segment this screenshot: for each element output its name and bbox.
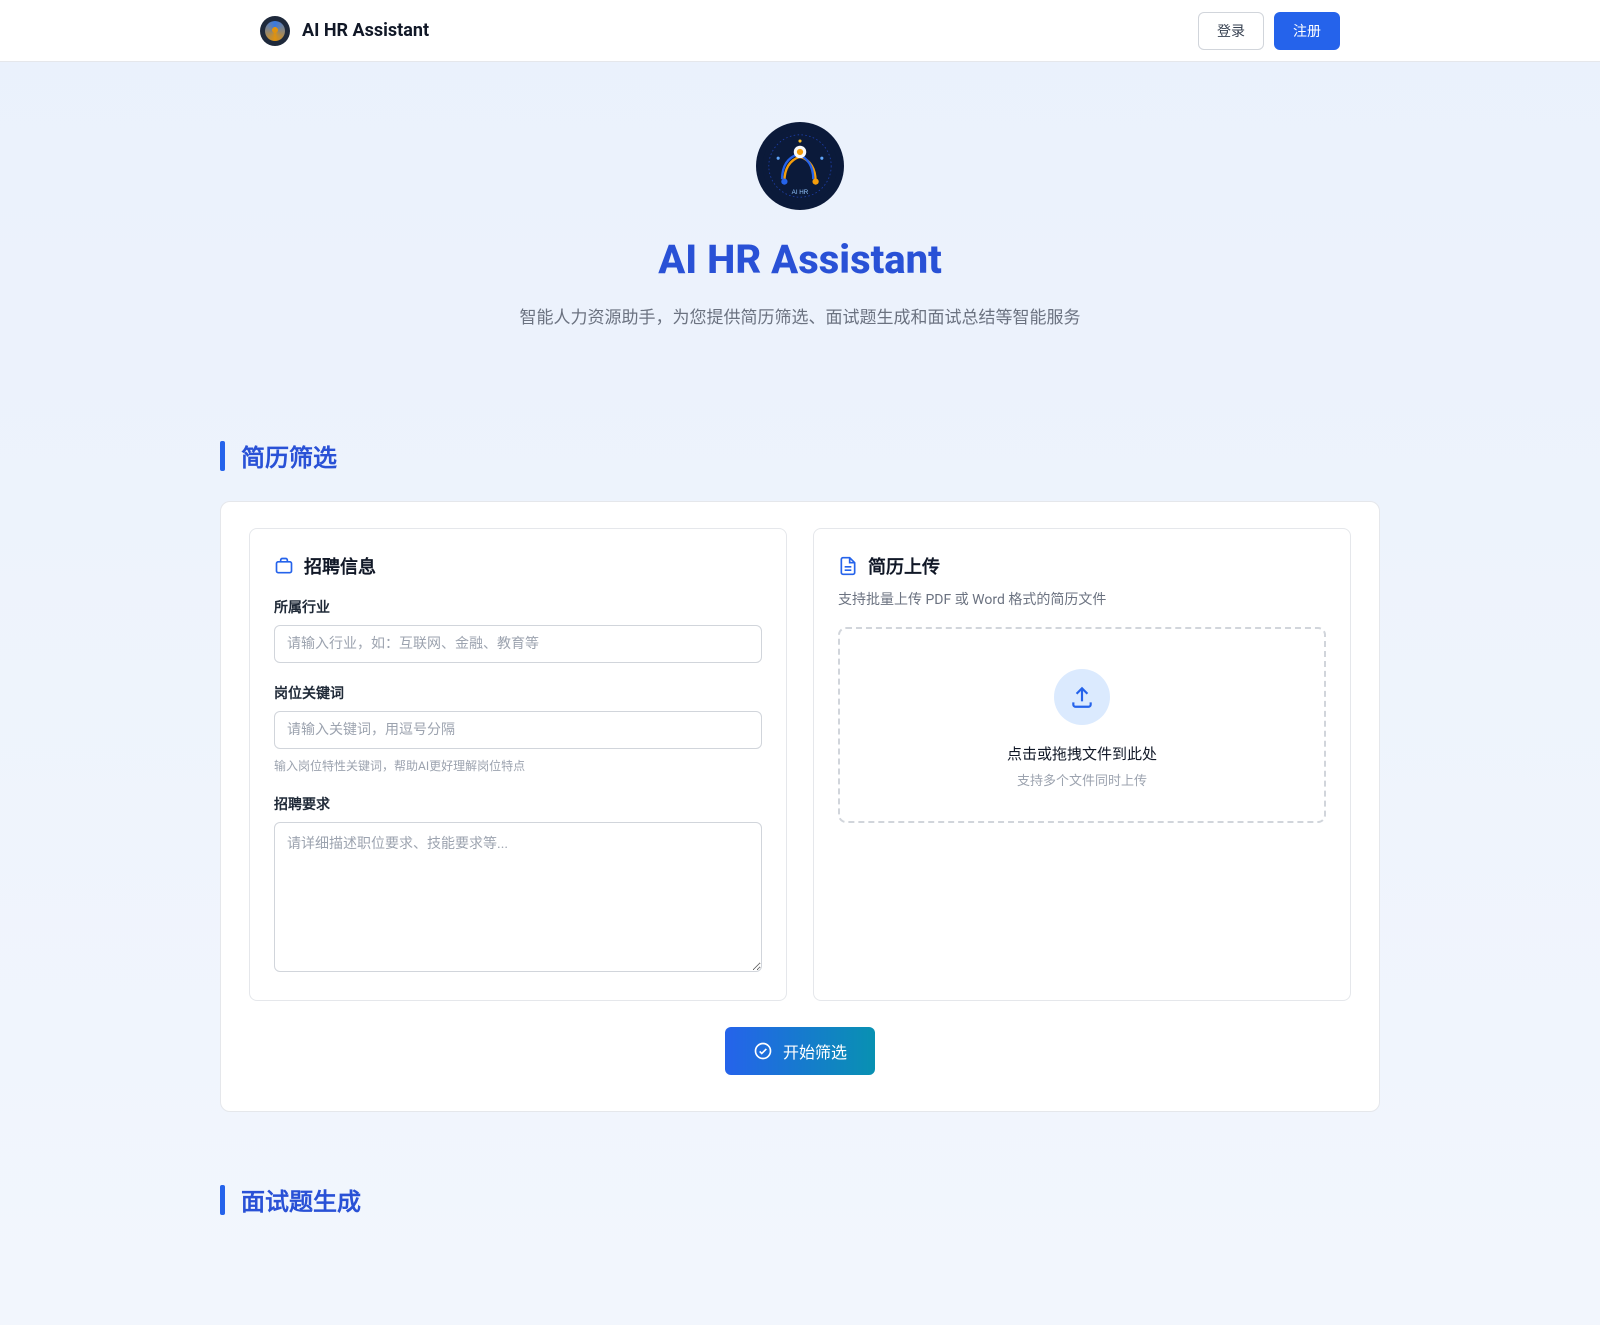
resume-upload-title: 简历上传 bbox=[868, 553, 940, 579]
recruit-info-panel: 招聘信息 所属行业 岗位关键词 输入岗位特性关键词，帮助AI更好理解岗位特点 招… bbox=[249, 528, 787, 1001]
requirements-label: 招聘要求 bbox=[274, 794, 762, 814]
start-screening-button[interactable]: 开始筛选 bbox=[725, 1027, 875, 1075]
svg-text:AI HR: AI HR bbox=[792, 189, 809, 196]
action-row: 开始筛选 bbox=[249, 1027, 1351, 1075]
section-title-resume-screening: 简历筛选 bbox=[220, 438, 1380, 473]
requirements-field-group: 招聘要求 bbox=[274, 794, 762, 976]
resume-screening-card: 招聘信息 所属行业 岗位关键词 输入岗位特性关键词，帮助AI更好理解岗位特点 招… bbox=[220, 501, 1380, 1112]
check-circle-icon bbox=[753, 1041, 773, 1061]
login-button[interactable]: 登录 bbox=[1198, 12, 1264, 50]
keywords-label: 岗位关键词 bbox=[274, 683, 762, 703]
header-left: AI HR Assistant bbox=[260, 16, 429, 46]
keywords-field-group: 岗位关键词 输入岗位特性关键词，帮助AI更好理解岗位特点 bbox=[274, 683, 762, 774]
briefcase-icon bbox=[274, 556, 294, 576]
resume-upload-panel: 简历上传 支持批量上传 PDF 或 Word 格式的简历文件 点击或拖拽文件到此… bbox=[813, 528, 1351, 1001]
recruit-info-heading: 招聘信息 bbox=[274, 553, 762, 579]
industry-input[interactable] bbox=[274, 625, 762, 663]
app-logo-icon bbox=[260, 16, 290, 46]
hero-title: AI HR Assistant bbox=[220, 236, 1380, 283]
document-icon bbox=[838, 556, 858, 576]
industry-label: 所属行业 bbox=[274, 597, 762, 617]
dropzone-title: 点击或拖拽文件到此处 bbox=[860, 743, 1304, 764]
section-title-text: 简历筛选 bbox=[241, 438, 337, 473]
start-screening-label: 开始筛选 bbox=[783, 1039, 847, 1063]
keywords-help-text: 输入岗位特性关键词，帮助AI更好理解岗位特点 bbox=[274, 757, 762, 774]
file-dropzone[interactable]: 点击或拖拽文件到此处 支持多个文件同时上传 bbox=[838, 627, 1326, 823]
main-content: AI HR AI HR Assistant 智能人力资源助手，为您提供简历筛选、… bbox=[0, 62, 1600, 1325]
requirements-textarea[interactable] bbox=[274, 822, 762, 972]
section-title-bar bbox=[220, 441, 225, 471]
recruit-info-title: 招聘信息 bbox=[304, 553, 376, 579]
resume-upload-heading: 简历上传 bbox=[838, 553, 1326, 579]
app-header: AI HR Assistant 登录 注册 bbox=[0, 0, 1600, 62]
keywords-input[interactable] bbox=[274, 711, 762, 749]
register-button[interactable]: 注册 bbox=[1274, 12, 1340, 50]
app-title: AI HR Assistant bbox=[302, 20, 429, 41]
header-right: 登录 注册 bbox=[1198, 12, 1340, 50]
hero-subtitle: 智能人力资源助手，为您提供简历筛选、面试题生成和面试总结等智能服务 bbox=[220, 303, 1380, 328]
hero-logo-icon: AI HR bbox=[756, 122, 844, 210]
resume-upload-subtitle: 支持批量上传 PDF 或 Word 格式的简历文件 bbox=[838, 589, 1326, 609]
hero: AI HR AI HR Assistant 智能人力资源助手，为您提供简历筛选、… bbox=[220, 102, 1380, 368]
dropzone-subtitle: 支持多个文件同时上传 bbox=[860, 770, 1304, 789]
industry-field-group: 所属行业 bbox=[274, 597, 762, 663]
upload-icon bbox=[1054, 669, 1110, 725]
